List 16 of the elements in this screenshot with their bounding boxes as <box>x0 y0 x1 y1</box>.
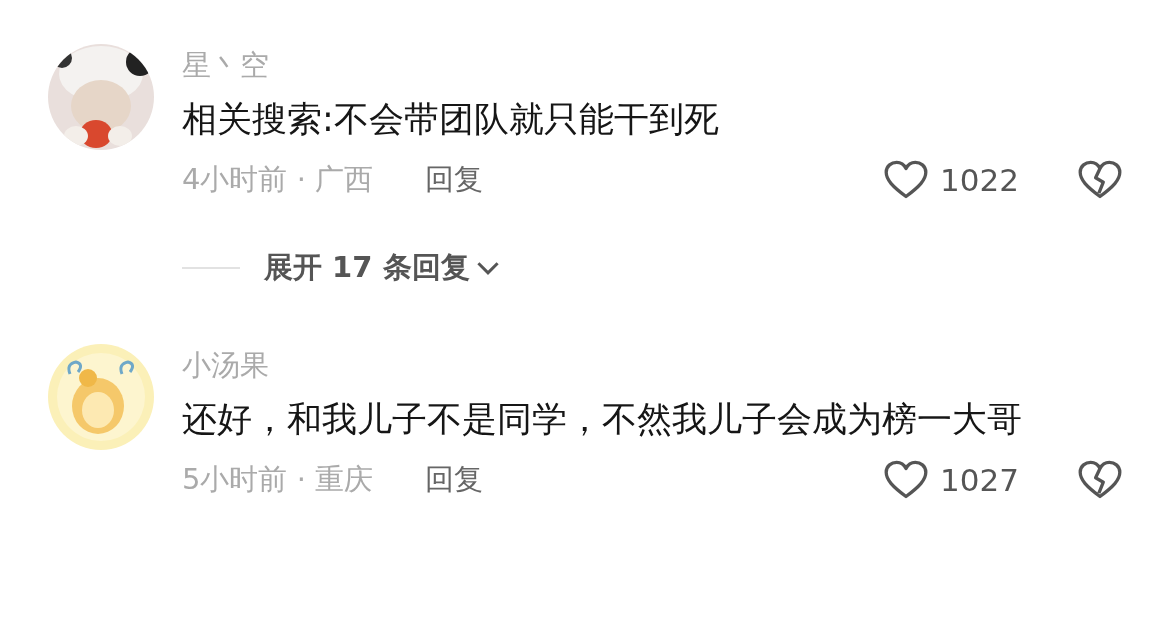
like-icon[interactable] <box>884 160 928 200</box>
like-count: 1022 <box>940 162 1020 198</box>
like-icon[interactable] <box>884 460 928 500</box>
timestamp-location: 4小时前 · 广西 <box>182 161 374 198</box>
reply-button[interactable]: 回复 <box>425 160 484 200</box>
expand-replies-button[interactable]: 展开 17 条回复 <box>264 248 500 288</box>
username: 星丶空 <box>182 47 270 84</box>
chevron-down-icon <box>475 260 500 276</box>
timestamp-location: 5小时前 · 重庆 <box>182 461 374 498</box>
broken-heart-icon[interactable] <box>1078 460 1122 500</box>
comment-text: 相关搜索:不会带团队就只能干到死 <box>182 98 720 141</box>
username: 小汤果 <box>182 347 270 384</box>
broken-heart-icon[interactable] <box>1078 160 1122 200</box>
like-count: 1027 <box>940 462 1020 498</box>
comment-text: 还好，和我儿子不是同学，不然我儿子会成为榜一大哥 <box>182 398 1023 441</box>
reply-button[interactable]: 回复 <box>425 460 484 500</box>
